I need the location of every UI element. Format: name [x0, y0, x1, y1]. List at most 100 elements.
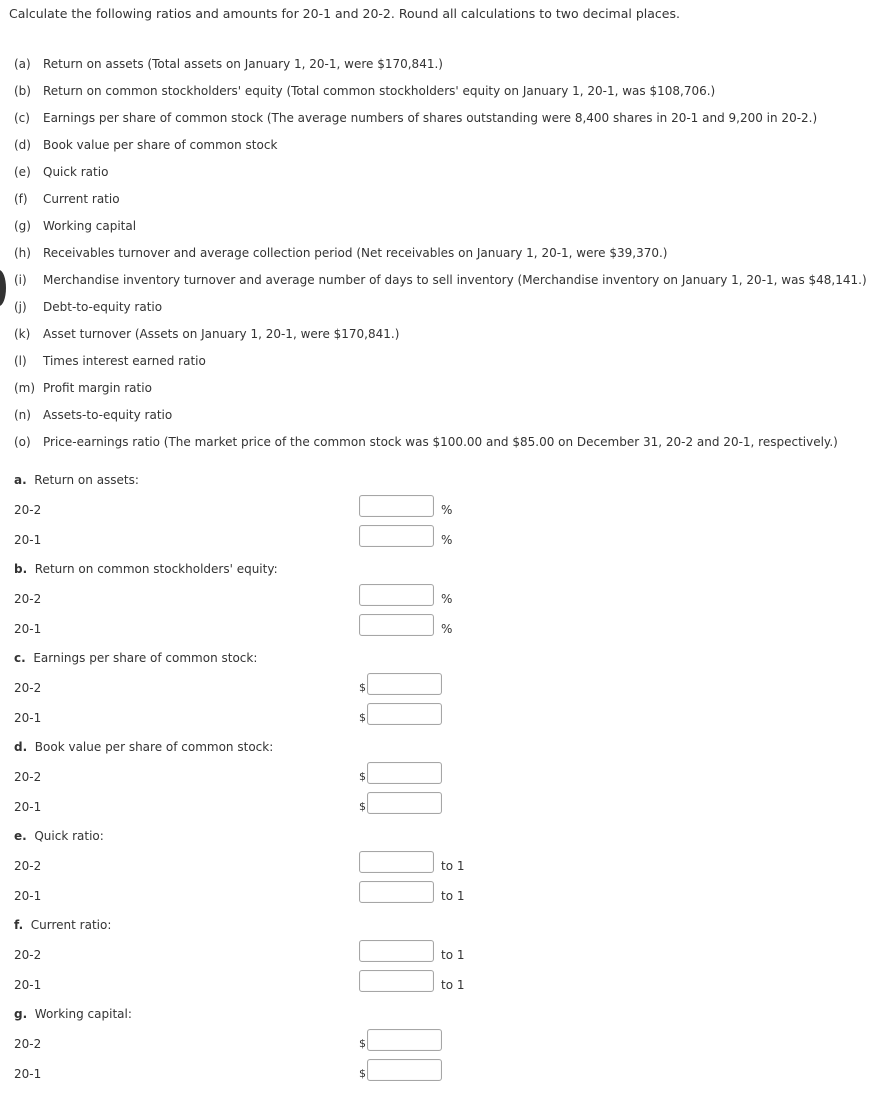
section-letter: a. [14, 473, 27, 487]
requirement-text: Return on assets (Total assets on Januar… [43, 57, 443, 71]
working-capital-20-2-input[interactable] [367, 1029, 442, 1051]
requirement-letter: (n) [14, 408, 31, 422]
eps-20-1-input[interactable] [367, 703, 442, 725]
requirement-text: Assets-to-equity ratio [43, 408, 173, 422]
quick-ratio-20-1-input[interactable] [359, 881, 434, 903]
year-label: 20-1 [14, 622, 42, 636]
section-title: Book value per share of common stock: [34, 740, 274, 754]
book-value-per-share-20-1-input[interactable] [367, 792, 442, 814]
requirement-item: (l) Times interest earned ratio [14, 354, 867, 381]
answer-row: 20-2 $ [14, 1029, 874, 1066]
year-label: 20-1 [14, 978, 42, 992]
requirement-item: (c) Earnings per share of common stock (T… [14, 111, 867, 138]
year-label: 20-1 [14, 889, 42, 903]
requirement-item: (k) Asset turnover (Assets on January 1, … [14, 327, 867, 354]
requirement-text: Current ratio [43, 192, 120, 206]
eps-20-2-input[interactable] [367, 673, 442, 695]
working-capital-20-1-input[interactable] [367, 1059, 442, 1081]
section-title: Quick ratio: [34, 829, 104, 843]
requirement-letter: (o) [14, 435, 31, 449]
year-label: 20-1 [14, 1067, 42, 1081]
return-on-equity-20-2-input[interactable] [359, 584, 434, 606]
requirement-letter: (b) [14, 84, 31, 98]
unit-label: % [441, 622, 453, 636]
requirement-item: (m) Profit margin ratio [14, 381, 867, 408]
requirement-item: (f) Current ratio [14, 192, 867, 219]
section-title: Working capital: [34, 1007, 132, 1021]
requirement-letter: (c) [14, 111, 30, 125]
requirement-item: (b) Return on common stockholders' equity… [14, 84, 867, 111]
section-heading-f: f. Current ratio: [14, 918, 874, 947]
section-heading-e: e. Quick ratio: [14, 829, 874, 858]
book-value-per-share-20-2-input[interactable] [367, 762, 442, 784]
year-label: 20-2 [14, 770, 42, 784]
section-letter: b. [14, 562, 28, 576]
answer-form: a. Return on assets: 20-2 % 20-1 % b. Re… [14, 473, 874, 1096]
section-heading-g: g. Working capital: [14, 1007, 874, 1036]
requirement-text: Times interest earned ratio [43, 354, 206, 368]
requirement-letter: (g) [14, 219, 31, 233]
section-letter: c. [14, 651, 26, 665]
answer-row: 20-2 $ [14, 762, 874, 799]
answer-row: 20-1 $ [14, 1059, 874, 1096]
dollar-sign: $ [359, 800, 366, 813]
requirement-letter: (i) [14, 273, 27, 287]
requirement-text: Return on common stockholders' equity (T… [43, 84, 716, 98]
section-heading-d: d. Book value per share of common stock: [14, 740, 874, 769]
answer-row: 20-1 to 1 [14, 881, 874, 918]
year-label: 20-2 [14, 859, 42, 873]
requirement-text: Book value per share of common stock [43, 138, 278, 152]
requirements-list: (a) Return on assets (Total assets on Jan… [14, 57, 867, 462]
dollar-sign: $ [359, 770, 366, 783]
answer-row: 20-1 $ [14, 792, 874, 829]
requirement-text: Asset turnover (Assets on January 1, 20-… [43, 327, 400, 341]
current-ratio-20-1-input[interactable] [359, 970, 434, 992]
section-heading-b: b. Return on common stockholders' equity… [14, 562, 874, 591]
return-on-assets-20-1-input[interactable] [359, 525, 434, 547]
requirement-item: (h) Receivables turnover and average coll… [14, 246, 867, 273]
requirement-text: Working capital [43, 219, 137, 233]
section-title: Return on assets: [34, 473, 139, 487]
requirement-letter: (h) [14, 246, 31, 260]
requirement-item: (o) Price-earnings ratio (The market pric… [14, 435, 867, 462]
section-heading-c: c. Earnings per share of common stock: [14, 651, 874, 680]
unit-label: % [441, 592, 453, 606]
dollar-sign: $ [359, 1067, 366, 1080]
requirement-letter: (k) [14, 327, 31, 341]
year-label: 20-2 [14, 948, 42, 962]
requirement-text: Profit margin ratio [43, 381, 152, 395]
requirement-item: (n) Assets-to-equity ratio [14, 408, 867, 435]
return-on-equity-20-1-input[interactable] [359, 614, 434, 636]
section-letter: f. [14, 918, 24, 932]
year-label: 20-2 [14, 1037, 42, 1051]
section-heading-a: a. Return on assets: [14, 473, 874, 502]
unit-label: to 1 [441, 978, 465, 992]
requirement-item: (i) Merchandise inventory turnover and av… [14, 273, 867, 300]
requirement-text: Receivables turnover and average collect… [43, 246, 668, 260]
section-title: Return on common stockholders' equity: [34, 562, 278, 576]
current-ratio-20-2-input[interactable] [359, 940, 434, 962]
requirement-item: (a) Return on assets (Total assets on Jan… [14, 57, 867, 84]
unit-label: to 1 [441, 859, 465, 873]
answer-row: 20-2 to 1 [14, 851, 874, 888]
requirement-letter: (j) [14, 300, 27, 314]
year-label: 20-2 [14, 503, 42, 517]
answer-row: 20-2 to 1 [14, 940, 874, 977]
requirement-text: Price-earnings ratio (The market price o… [43, 435, 838, 449]
requirement-letter: (e) [14, 165, 31, 179]
quick-ratio-20-2-input[interactable] [359, 851, 434, 873]
dollar-sign: $ [359, 1037, 366, 1050]
dollar-sign: $ [359, 711, 366, 724]
requirement-item: (g) Working capital [14, 219, 867, 246]
year-label: 20-2 [14, 681, 42, 695]
requirement-letter: (l) [14, 354, 27, 368]
unit-label: to 1 [441, 948, 465, 962]
requirement-text: Merchandise inventory turnover and avera… [43, 273, 867, 287]
year-label: 20-2 [14, 592, 42, 606]
requirement-letter: (d) [14, 138, 31, 152]
return-on-assets-20-2-input[interactable] [359, 495, 434, 517]
year-label: 20-1 [14, 533, 42, 547]
unit-label: % [441, 533, 453, 547]
section-title: Current ratio: [30, 918, 112, 932]
answer-row: 20-1 $ [14, 703, 874, 740]
